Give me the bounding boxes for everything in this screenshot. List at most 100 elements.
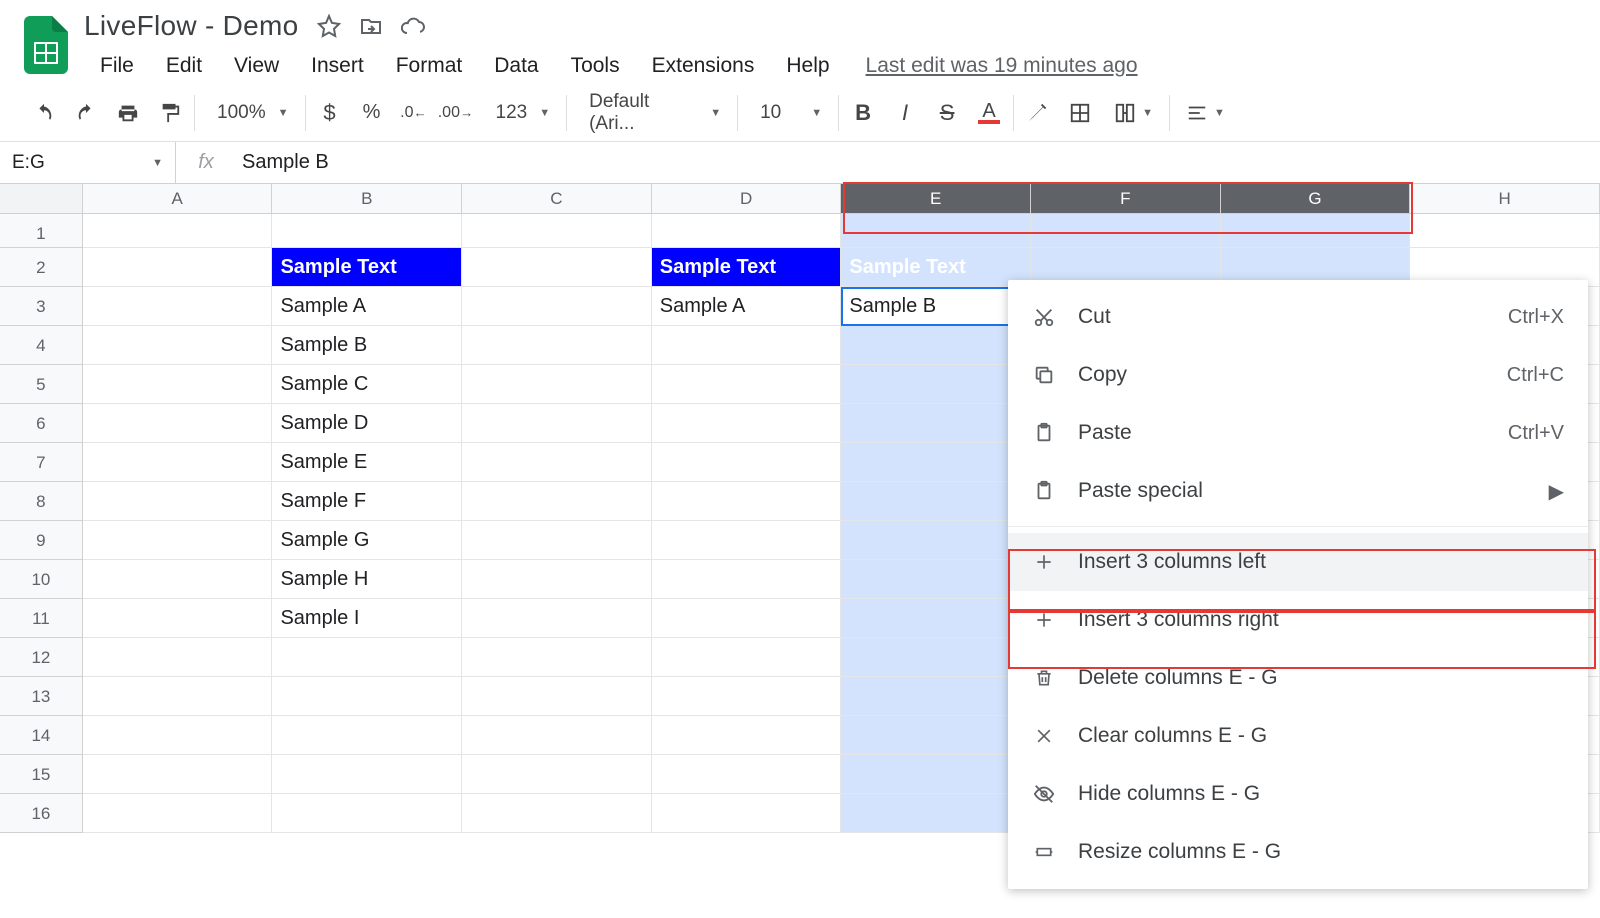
row-header[interactable]: 4 [0, 326, 83, 365]
cell-C16[interactable] [462, 794, 652, 833]
fill-color-icon[interactable] [1024, 99, 1052, 127]
ctx-cut[interactable]: Cut Ctrl+X [1008, 288, 1588, 346]
decrease-decimal-icon[interactable]: .0← [400, 99, 428, 127]
menu-edit[interactable]: Edit [150, 48, 218, 84]
last-edit-link[interactable]: Last edit was 19 minutes ago [866, 54, 1138, 78]
col-header-e[interactable]: E [841, 184, 1031, 213]
cell-D13[interactable] [652, 677, 842, 716]
ctx-delete[interactable]: Delete columns E - G [1008, 649, 1588, 707]
cell-B2[interactable]: Sample Text [272, 248, 462, 287]
cell-E9[interactable] [841, 521, 1031, 560]
menu-help[interactable]: Help [770, 48, 845, 84]
cell-A16[interactable] [83, 794, 273, 833]
redo-icon[interactable] [72, 99, 100, 127]
cell-D6[interactable] [652, 404, 842, 443]
cell-C8[interactable] [462, 482, 652, 521]
col-header-c[interactable]: C [462, 184, 652, 213]
menu-format[interactable]: Format [380, 48, 479, 84]
cell-B7[interactable]: Sample E [272, 443, 462, 482]
cell-D8[interactable] [652, 482, 842, 521]
cell-E2[interactable]: Sample Text [841, 248, 1031, 287]
cell-C2[interactable] [462, 248, 652, 287]
cell-B6[interactable]: Sample D [272, 404, 462, 443]
number-format-dropdown[interactable]: 123▼ [484, 102, 557, 124]
cell-B1[interactable] [272, 214, 462, 248]
cell-E5[interactable] [841, 365, 1031, 404]
cell-C5[interactable] [462, 365, 652, 404]
cell-H1[interactable] [1410, 214, 1600, 248]
cell-D9[interactable] [652, 521, 842, 560]
cell-A3[interactable] [83, 287, 273, 326]
cell-D15[interactable] [652, 755, 842, 794]
cell-E11[interactable] [841, 599, 1031, 638]
cell-A7[interactable] [83, 443, 273, 482]
cell-A11[interactable] [83, 599, 273, 638]
cell-A12[interactable] [83, 638, 273, 677]
cell-C12[interactable] [462, 638, 652, 677]
row-header[interactable]: 5 [0, 365, 83, 404]
sheets-logo[interactable] [20, 10, 72, 80]
cell-B9[interactable]: Sample G [272, 521, 462, 560]
cell-D4[interactable] [652, 326, 842, 365]
cell-A8[interactable] [83, 482, 273, 521]
cell-C14[interactable] [462, 716, 652, 755]
cell-C11[interactable] [462, 599, 652, 638]
cell-B3[interactable]: Sample A [272, 287, 462, 326]
borders-icon[interactable] [1066, 99, 1094, 127]
row-header[interactable]: 14 [0, 716, 83, 755]
cell-D12[interactable] [652, 638, 842, 677]
col-header-d[interactable]: D [652, 184, 842, 213]
cell-D10[interactable] [652, 560, 842, 599]
cell-D1[interactable] [652, 214, 842, 248]
cell-C9[interactable] [462, 521, 652, 560]
row-header[interactable]: 16 [0, 794, 83, 833]
menu-data[interactable]: Data [478, 48, 554, 84]
cell-G1[interactable] [1221, 214, 1411, 248]
cell-B10[interactable]: Sample H [272, 560, 462, 599]
cell-B5[interactable]: Sample C [272, 365, 462, 404]
cell-C4[interactable] [462, 326, 652, 365]
cell-D16[interactable] [652, 794, 842, 833]
menu-file[interactable]: File [84, 48, 150, 84]
row-header[interactable]: 9 [0, 521, 83, 560]
name-box[interactable]: E:G ▼ [0, 142, 176, 183]
row-header[interactable]: 3 [0, 287, 83, 326]
cell-B12[interactable] [272, 638, 462, 677]
cell-D5[interactable] [652, 365, 842, 404]
select-all-corner[interactable] [0, 184, 83, 213]
cell-A15[interactable] [83, 755, 273, 794]
cell-E16[interactable] [841, 794, 1031, 833]
ctx-clear[interactable]: Clear columns E - G [1008, 707, 1588, 765]
row-header[interactable]: 15 [0, 755, 83, 794]
col-header-g[interactable]: G [1221, 184, 1411, 213]
cell-E15[interactable] [841, 755, 1031, 794]
cell-E12[interactable] [841, 638, 1031, 677]
cell-A14[interactable] [83, 716, 273, 755]
cell-D7[interactable] [652, 443, 842, 482]
cell-A13[interactable] [83, 677, 273, 716]
row-header[interactable]: 7 [0, 443, 83, 482]
merge-dropdown[interactable]: ▼ [1108, 102, 1159, 124]
row-header[interactable]: 11 [0, 599, 83, 638]
cloud-icon[interactable] [401, 14, 425, 38]
currency-icon[interactable]: $ [316, 99, 344, 127]
cell-E1[interactable] [841, 214, 1031, 248]
col-header-a[interactable]: A [83, 184, 273, 213]
cell-D3[interactable]: Sample A [652, 287, 842, 326]
align-dropdown[interactable]: ▼ [1180, 102, 1231, 124]
cell-E13[interactable] [841, 677, 1031, 716]
text-color-icon[interactable]: A [975, 99, 1003, 127]
ctx-copy[interactable]: Copy Ctrl+C [1008, 346, 1588, 404]
row-header[interactable]: 6 [0, 404, 83, 443]
italic-icon[interactable]: I [891, 99, 919, 127]
increase-decimal-icon[interactable]: .00→ [442, 99, 470, 127]
bold-icon[interactable]: B [849, 99, 877, 127]
ctx-paste[interactable]: Paste Ctrl+V [1008, 404, 1588, 462]
cell-A4[interactable] [83, 326, 273, 365]
col-header-h[interactable]: H [1410, 184, 1600, 213]
cell-A2[interactable] [83, 248, 273, 287]
row-header[interactable]: 1 [0, 214, 83, 248]
cell-E10[interactable] [841, 560, 1031, 599]
cell-A1[interactable] [83, 214, 273, 248]
paint-format-icon[interactable] [156, 99, 184, 127]
